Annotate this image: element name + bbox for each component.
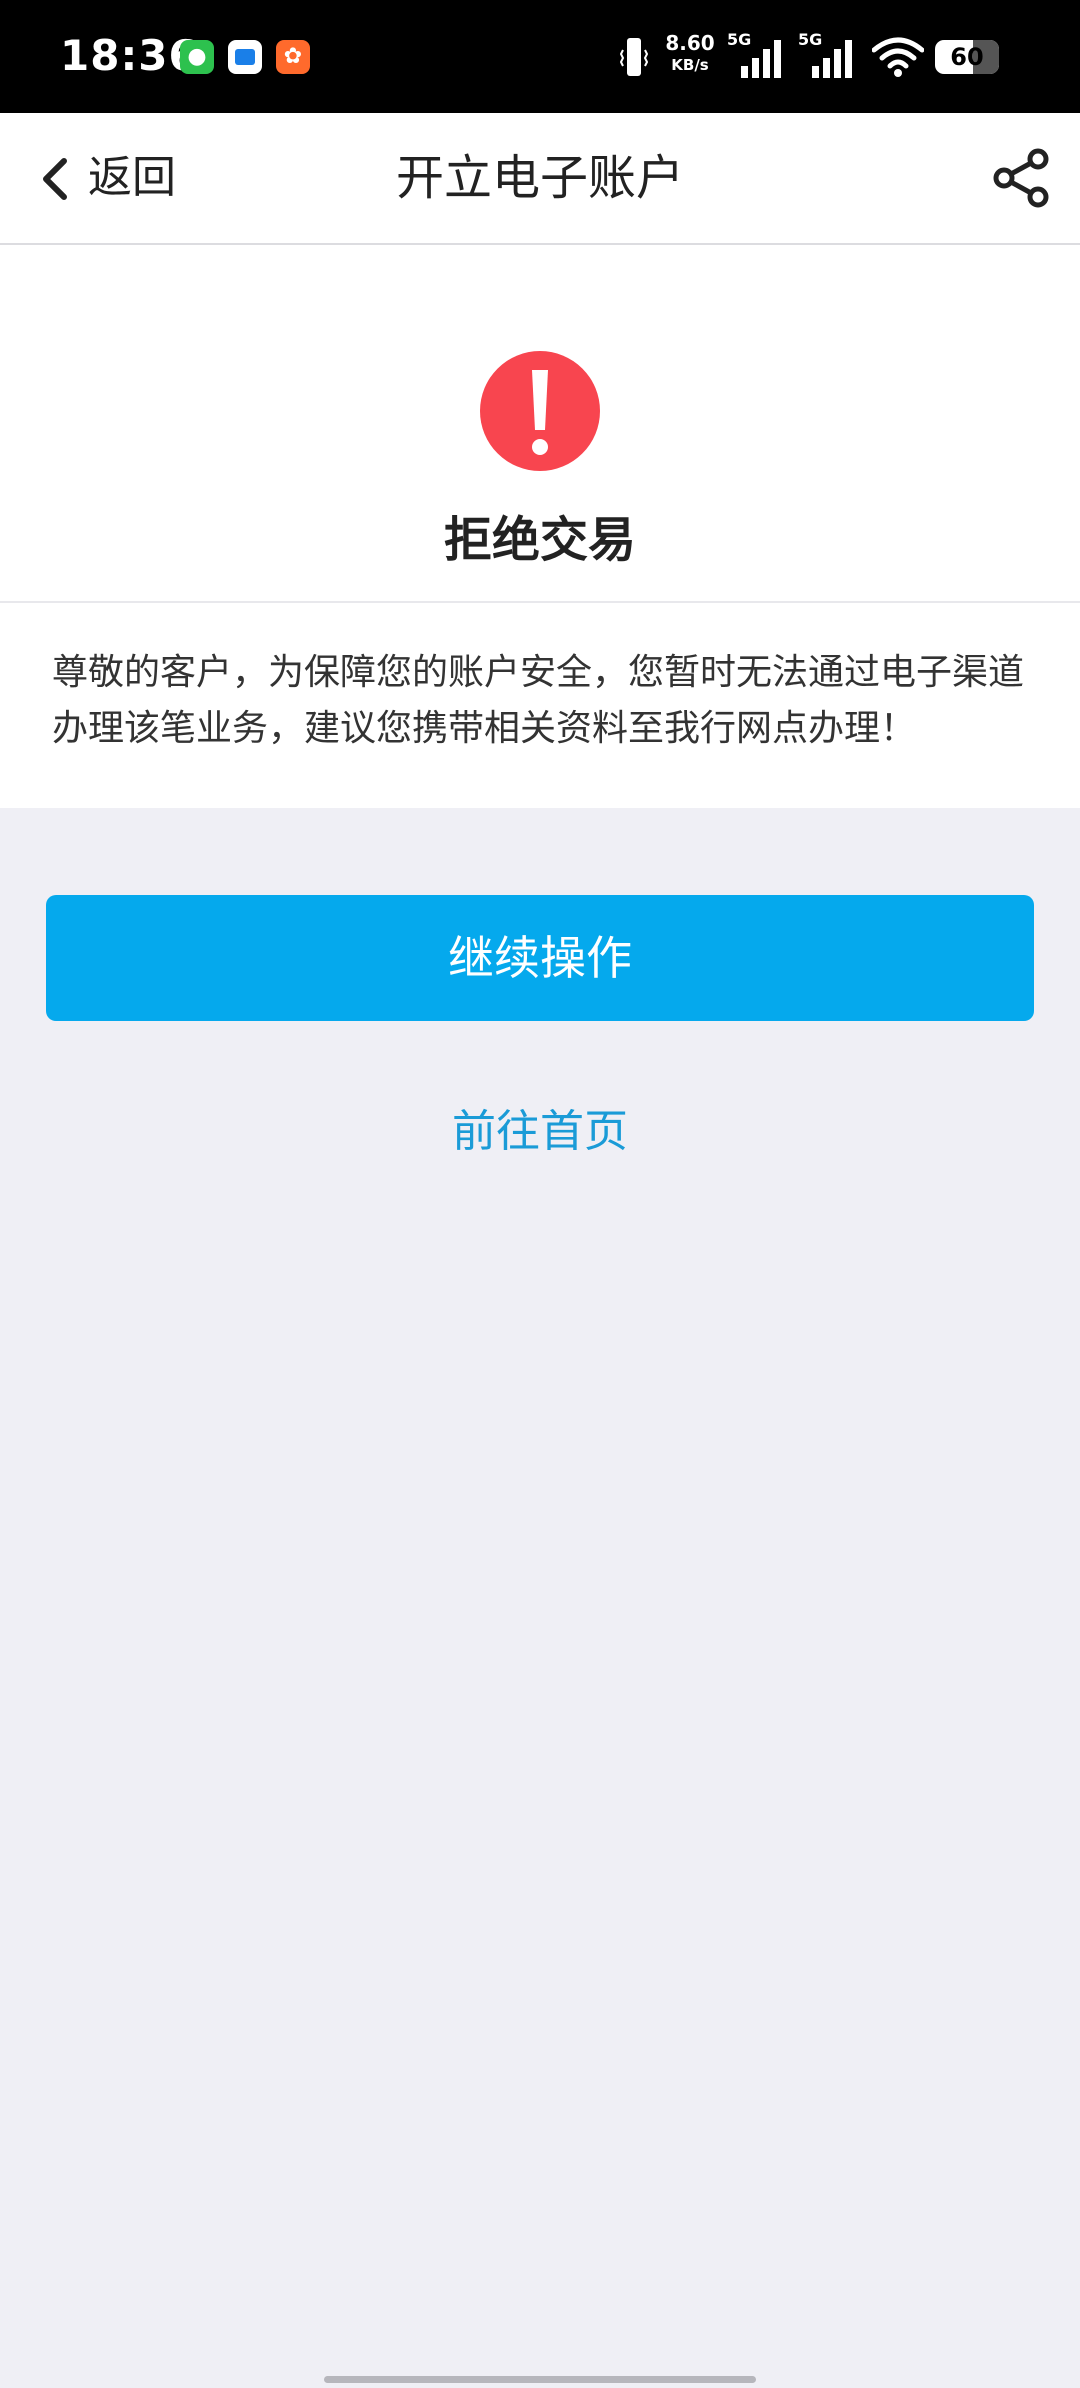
status-time: 18:36: [60, 31, 199, 80]
share-icon[interactable]: [990, 147, 1052, 209]
net-speed-unit: KB/s: [671, 56, 709, 74]
wechat-icon: ●: [180, 40, 214, 74]
net-speed-value: 8.60: [665, 31, 715, 55]
back-label: 返回: [88, 152, 176, 203]
result-panel: 拒绝交易: [0, 245, 1080, 603]
result-message: 尊敬的客户，为保障您的账户安全，您暂时无法通过电子渠道办理该笔业务，建议您携带相…: [52, 652, 1025, 749]
exclamation-alert-icon: [480, 351, 600, 471]
app-blue-icon: [228, 40, 262, 74]
continue-button[interactable]: 继续操作: [46, 895, 1034, 1021]
signal-strength-icon-2: 5G: [798, 30, 856, 82]
app-orange-icon: ✿: [276, 40, 310, 74]
go-home-link[interactable]: 前往首页: [0, 1100, 1080, 1164]
wifi-icon: [872, 37, 924, 77]
signal-strength-icon: 5G: [727, 30, 785, 82]
message-panel: 尊敬的客户，为保障您的账户安全，您暂时无法通过电子渠道办理该笔业务，建议您携带相…: [0, 603, 1080, 808]
result-title: 拒绝交易: [443, 512, 636, 568]
battery-level: 60: [950, 43, 984, 71]
vibrate-icon: [620, 38, 648, 76]
battery-icon: 60: [935, 40, 999, 74]
nav-bar: 开立电子账户 返回: [0, 113, 1080, 245]
chevron-left-icon: [43, 158, 67, 200]
status-bar: 18:36 ● ✿ 8.60 KB/s 5G 5G 60: [0, 0, 1080, 113]
home-indicator[interactable]: [324, 2376, 756, 2383]
net-speed: 8.60 KB/s: [660, 32, 720, 76]
